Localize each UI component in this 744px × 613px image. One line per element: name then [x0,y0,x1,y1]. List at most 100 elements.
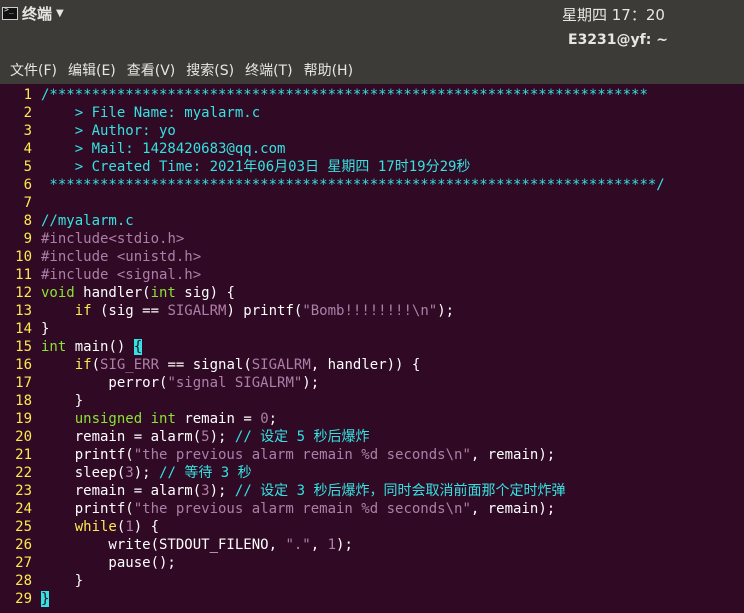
code-token: // 设定 5 秒后爆炸 [234,429,370,445]
code-token: int [150,285,176,301]
code-text: perror("signal SIGALRM"); [41,374,319,392]
code-token: == signal( [159,357,252,373]
code-token: sleep( [41,465,126,481]
code-token: write(STDOUT_FILENO, [41,537,286,553]
code-text: pause(); [41,554,176,572]
code-text: unsigned int remain = 0; [41,410,277,428]
code-token: " [462,447,471,463]
code-token: sig) { [175,285,235,301]
top-panel: 终端 ▼ 星期四 17：20 [0,0,744,26]
line-number: 5 [23,159,32,175]
code-text: > Author: yo [41,122,176,140]
code-token: "the previous alarm remain %d seconds [133,501,446,517]
window-titlebar[interactable]: E3231@yf: ~ [0,26,744,56]
code-token: while [74,519,117,535]
code-token: " [462,501,471,517]
code-token: 1 [125,519,134,535]
app-name: 终端 [22,4,53,23]
code-token: \n [411,303,429,319]
code-text: ****************************************… [41,176,665,194]
code-text: int main() { [41,338,143,356]
code-token: ; [268,411,278,427]
code-token: 5 [201,429,210,445]
code-text: } [41,392,83,410]
code-token: SIGALRM [167,303,227,319]
code-text: #include<stdio.h> [41,230,184,248]
code-token: > Created Time: 2021年06月03日 星期四 17时19分29… [41,159,471,175]
line-number: 23 [15,483,32,499]
code-token: perror( [41,375,168,391]
line-number: 8 [23,213,32,229]
cursor: { [133,339,143,355]
code-text: } [41,320,49,338]
menu-bar: 文件(F) 编辑(E) 查看(V) 搜索(S) 终端(T) 帮助(H) [0,56,744,84]
code-token: ); [302,375,320,391]
terminal-editor[interactable]: 1 /**************************************… [0,84,744,613]
code-token: ****************************************… [41,177,665,193]
code-token: unsigned [74,411,143,427]
line-number: 1 [23,87,32,103]
code-text: while(1) { [41,518,159,536]
code-token: > Mail: 1428420683@qq.com [41,141,286,157]
line-number: 13 [15,303,32,319]
line-number: 25 [15,519,32,535]
code-token: } [41,573,84,589]
code-token: //myalarm.c [41,213,134,229]
line-number: 3 [23,123,32,139]
code-token: 3 [201,483,210,499]
code-text: } [41,590,50,608]
menu-search[interactable]: 搜索(S) [186,60,234,80]
line-number: 17 [15,375,32,391]
menu-terminal[interactable]: 终端(T) [245,60,292,80]
code-token: pause(); [41,555,176,571]
menu-file[interactable]: 文件(F) [10,60,57,80]
code-token: remain = [175,411,261,427]
line-number: 26 [15,537,32,553]
code-token: ); [209,429,235,445]
line-number: 15 [15,339,32,355]
code-token: handler( [74,285,151,301]
window-title: E3231@yf: ~ [568,32,668,48]
line-number: 9 [23,231,32,247]
menu-help[interactable]: 帮助(H) [304,60,353,80]
code-token: } [41,393,84,409]
code-token: \n [445,501,463,517]
clock[interactable]: 星期四 17：20 [562,4,665,25]
code-token: ) { [133,519,160,535]
code-token: \n [445,447,463,463]
code-token: } [41,321,50,337]
code-token: if [74,357,92,373]
line-number: 2 [23,105,32,121]
code-token: , [310,537,328,553]
code-text: remain = alarm(5); // 设定 5 秒后爆炸 [41,428,370,446]
menu-view[interactable]: 查看(V) [127,60,176,80]
line-number: 29 [15,591,32,607]
code-token: <signal.h> [116,267,202,283]
code-token: 0 [260,411,269,427]
line-number: 28 [15,573,32,589]
code-token: remain = alarm( [41,429,202,445]
code-token: main() [66,339,134,355]
code-text: > Mail: 1428420683@qq.com [41,140,286,158]
code-token: "the previous alarm remain %d seconds [133,447,446,463]
code-token: "Bomb!!!!!!!! [302,303,412,319]
code-token: ); [209,483,235,499]
menu-edit[interactable]: 编辑(E) [68,60,116,80]
code-text: } [41,572,83,590]
code-token: void [41,285,75,301]
app-menu[interactable]: 终端 ▼ [0,0,64,26]
code-token: int [150,411,176,427]
chevron-down-icon: ▼ [56,7,64,19]
code-token: " [428,303,438,319]
code-text: #include <unistd.h> [41,248,201,266]
code-token: printf( [41,501,134,517]
code-token: ); [336,537,353,553]
code-token: SIG_ERR [100,357,160,373]
code-token: // 设定 3 秒后爆炸，同时会取消前面那个定时炸弹 [234,483,566,499]
code-token: <unistd.h> [116,249,202,265]
code-token: ); [437,303,455,319]
code-token: ( [91,357,101,373]
code-token: ) printf( [226,303,303,319]
code-token: // 等待 3 秒 [159,465,252,481]
